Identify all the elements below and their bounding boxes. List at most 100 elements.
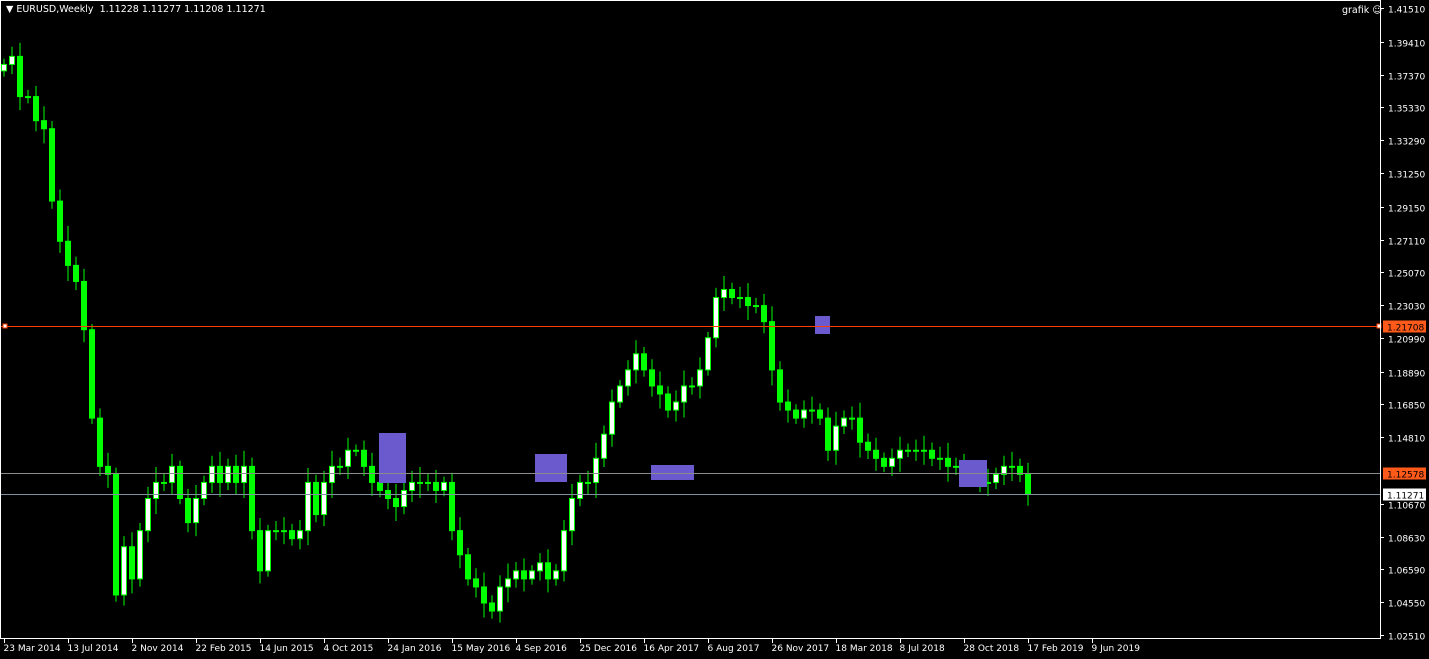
x-tick-label: 13 Jul 2014: [68, 644, 119, 654]
candle-body: [545, 562, 551, 580]
candle-body: [849, 417, 855, 420]
candle-body: [769, 321, 775, 371]
candle-body: [233, 465, 239, 483]
candle-body: [113, 473, 119, 596]
candle-body: [57, 200, 63, 242]
price-chart[interactable]: 1.21708 1.12578 1.11271 1.41510 1.39410 1.37…: [0, 0, 1429, 659]
candle-body: [9, 55, 15, 65]
candle-body: [721, 289, 727, 299]
symbol-timeframe: EURUSD,Weekly: [16, 4, 94, 15]
candle-body: [353, 449, 359, 452]
candle-body: [617, 385, 623, 403]
line-handle: [2, 323, 8, 329]
x-tick-label: 23 Mar 2014: [4, 644, 61, 654]
candle-body: [17, 55, 23, 98]
y-tick-label: 1.04550: [1388, 600, 1425, 610]
x-tick-label: 16 Apr 2017: [644, 644, 700, 654]
candle-body: [361, 449, 367, 467]
candle-body: [561, 530, 567, 572]
candle-body: [865, 441, 871, 451]
candle-body: [425, 481, 431, 484]
candle-body: [881, 457, 887, 467]
candle-body: [73, 264, 79, 282]
candle-body: [689, 385, 695, 388]
candle-body: [609, 401, 615, 435]
candle-body: [921, 449, 927, 452]
x-tick-label: 8 Jul 2018: [900, 644, 945, 654]
candle-body: [481, 586, 487, 604]
candle-body: [777, 369, 783, 403]
candle-body: [593, 457, 599, 483]
x-tick-label: 18 Mar 2018: [836, 644, 893, 654]
y-tick-label: 1.35330: [1388, 105, 1425, 115]
candle-body: [585, 481, 591, 484]
candle-body: [945, 457, 951, 467]
y-tick-label: 1.02510: [1388, 633, 1425, 643]
rectangle-object[interactable]: [535, 454, 567, 482]
candle-body: [785, 401, 791, 411]
candle-body: [449, 481, 455, 532]
candle-body: [673, 401, 679, 411]
candle-body: [705, 337, 711, 371]
rectangle-object[interactable]: [815, 316, 830, 334]
dropdown-triangle-icon[interactable]: ▼: [6, 4, 13, 15]
x-tick-label: 6 Aug 2017: [708, 644, 760, 654]
time-axis[interactable]: 23 Mar 2014 13 Jul 2014 2 Nov 2014 22 Feb 2…: [4, 639, 1141, 654]
candle-body: [441, 481, 447, 491]
plot-frame: [0, 0, 1381, 639]
y-tick-label: 1.06590: [1388, 567, 1425, 577]
candle-body: [697, 369, 703, 387]
candle-body: [657, 385, 663, 395]
candle-body: [649, 369, 655, 387]
candle-body: [457, 530, 463, 556]
candle-body: [825, 417, 831, 451]
y-tick-label: 1.20990: [1388, 336, 1425, 346]
candle-body: [433, 481, 439, 491]
candle-body: [289, 530, 295, 540]
candle-body: [729, 289, 735, 299]
candle-body: [537, 562, 543, 572]
candle-body: [369, 465, 375, 483]
candle-body: [737, 297, 743, 300]
y-tick-label: 1.41510: [1388, 6, 1425, 16]
rectangle-object[interactable]: [651, 465, 694, 480]
y-tick-label: 1.23030: [1388, 303, 1425, 313]
candle-body: [953, 465, 959, 468]
candle-body: [833, 425, 839, 451]
candle-body: [409, 481, 415, 491]
candle-body: [417, 481, 423, 484]
x-tick-label: 25 Dec 2016: [580, 644, 638, 654]
x-tick-label: 24 Jan 2016: [388, 644, 442, 654]
expert-advisor-label[interactable]: grafik ☺: [1342, 5, 1382, 16]
candle-body: [49, 128, 55, 202]
candle-body: [993, 473, 999, 483]
candle-body: [241, 465, 247, 483]
candle-body: [905, 449, 911, 452]
x-tick-label: 4 Sep 2016: [516, 644, 568, 654]
candle-body: [265, 530, 271, 572]
y-tick-label: 1.39410: [1388, 40, 1425, 50]
candle-body: [601, 433, 607, 459]
y-tick-label: 1.29150: [1388, 205, 1425, 215]
candle-body: [489, 602, 495, 612]
candle-body: [1025, 473, 1031, 495]
candle-body: [801, 409, 807, 419]
candle-body: [137, 530, 143, 580]
candle-body: [937, 457, 943, 460]
candle-body: [873, 449, 879, 459]
rectangle-object[interactable]: [379, 433, 406, 483]
candle-body: [841, 417, 847, 427]
x-tick-label: 4 Oct 2015: [324, 644, 374, 654]
candle-body: [305, 481, 311, 532]
candle-body: [753, 305, 759, 308]
candle-body: [1009, 465, 1015, 468]
candle-body: [713, 297, 719, 339]
candle-body: [521, 570, 527, 580]
y-tick-label: 1.10670: [1388, 502, 1425, 512]
candle-body: [209, 465, 215, 483]
candle-body: [809, 409, 815, 412]
candle-body: [81, 280, 87, 331]
expert-name: grafik: [1342, 5, 1370, 16]
candle-body: [129, 546, 135, 580]
candle-body: [177, 465, 183, 500]
